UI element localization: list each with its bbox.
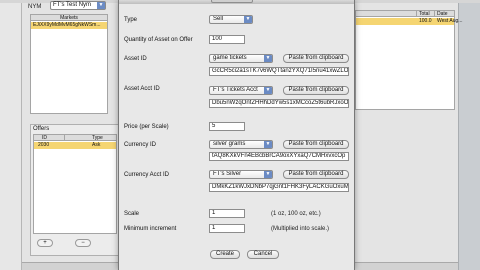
type-label: Type	[124, 17, 138, 23]
column-header-date: Date	[437, 11, 448, 17]
table-row[interactable]: 2030 Ask	[34, 142, 116, 149]
column-header-id: ID	[42, 135, 47, 141]
chevron-down-icon: ▼	[264, 171, 272, 178]
chevron-down-icon: ▼	[244, 16, 252, 23]
quantity-field[interactable]: 100	[209, 35, 245, 44]
create-offer-dialog: Type Sell ▼ Quantity of Asset on Offer 1…	[118, 0, 355, 270]
paste-asset-acct-id-button[interactable]: Paste from clipboard	[283, 86, 349, 95]
cell-id: 2030	[38, 142, 50, 148]
currency-id-label: Currency ID	[124, 142, 157, 148]
table-row[interactable]: EJiXX9yMdMvM65gNkWSm...	[31, 22, 107, 29]
paste-currency-acct-id-button[interactable]: Paste from clipboard	[283, 170, 349, 179]
chevron-down-icon: ▼	[264, 87, 272, 94]
quantity-label: Quantity of Asset on Offer	[124, 37, 193, 43]
dialog-title-tab	[211, 0, 253, 3]
nym-select-value: FT's Test Nym	[53, 2, 92, 8]
paste-asset-id-button[interactable]: Paste from clipboard	[283, 54, 349, 63]
scale-field[interactable]: 1	[209, 209, 245, 218]
table-row[interactable]: 100.0 West Aug...	[356, 18, 462, 25]
chevron-down-icon: ▼	[264, 141, 272, 148]
currency-acct-id-field[interactable]: DMkKZ1kWJxDNbP7qjGnt1FHK3FyLACKGuOxuMC	[209, 183, 349, 192]
currency-acct-id-label: Currency Acct ID	[124, 172, 170, 178]
nym-select[interactable]: FT's Test Nym ▼	[50, 1, 106, 10]
scale-hint: (1 oz, 100 oz, etc.)	[271, 211, 321, 217]
currency-acct-select[interactable]: FT's Silver ▼	[209, 170, 273, 179]
market-details-table: Total Date 100.0 West Aug...	[355, 10, 462, 110]
market-details-header: Total Date	[356, 11, 454, 17]
currency-acct-select-value: FT's Silver	[213, 171, 242, 177]
asset-acct-select[interactable]: FT's Tickets Acct ▼	[209, 86, 273, 95]
currency-select-value: silver grams	[213, 141, 246, 147]
min-increment-label: Minimum increment	[124, 226, 177, 232]
asset-select[interactable]: game tickets ▼	[209, 54, 273, 63]
asset-select-value: game tickets	[213, 55, 247, 61]
offers-panel: Offers ID Type 2030 Ask + −	[30, 124, 120, 256]
type-select-value: Sell	[213, 16, 224, 22]
column-divider	[64, 135, 65, 141]
nym-label: NYM	[28, 4, 42, 10]
cell-date: West Aug...	[437, 18, 463, 24]
price-field[interactable]: 5	[209, 122, 245, 131]
right-strip	[458, 0, 480, 270]
price-label: Price (per Scale)	[124, 124, 169, 130]
cancel-button[interactable]: Cancel	[247, 250, 279, 259]
offers-header: ID Type	[34, 135, 116, 141]
column-header-total: Total	[419, 11, 430, 17]
min-increment-field[interactable]: 1	[209, 224, 245, 233]
offers-table: ID Type 2030 Ask	[33, 134, 117, 234]
column-header-type: Type	[92, 135, 103, 141]
markets-table: Markets EJiXX9yMdMvM65gNkWSm...	[30, 14, 108, 114]
chevron-down-icon: ▼	[97, 2, 105, 9]
asset-acct-id-field[interactable]: Dbu5nWzqOnfZHHhDdYw5s1xMCcoZ5t6ubRJxoOD	[209, 99, 349, 108]
left-panel	[0, 0, 22, 270]
currency-id-field[interactable]: tAQ8KXkVFn4EBcbBrCA9oxXYxaQ7CMHxvxcOp	[209, 152, 349, 161]
asset-acct-select-value: FT's Tickets Acct	[213, 87, 258, 93]
chevron-down-icon: ▼	[264, 55, 272, 62]
asset-acct-id-label: Asset Acct ID	[124, 86, 160, 92]
markets-header: Markets	[31, 15, 107, 21]
remove-offer-button[interactable]: −	[75, 239, 91, 247]
paste-currency-id-button[interactable]: Paste from clipboard	[283, 140, 349, 149]
offers-label: Offers	[33, 126, 50, 132]
cell-total: 100.0	[419, 18, 432, 24]
cell-type: Ask	[92, 142, 101, 148]
asset-id-field[interactable]: GcCR5ci2a1sTK7v6WQTtanzYXQ71I5nu41xwZLOz	[209, 67, 349, 76]
scale-label: Scale	[124, 211, 140, 217]
asset-id-label: Asset ID	[124, 56, 147, 62]
min-increment-hint: (Multiplied into scale.)	[271, 226, 330, 232]
add-offer-button[interactable]: +	[37, 239, 53, 247]
create-button[interactable]: Create	[210, 250, 240, 259]
type-select[interactable]: Sell ▼	[209, 15, 253, 24]
currency-select[interactable]: silver grams ▼	[209, 140, 273, 149]
